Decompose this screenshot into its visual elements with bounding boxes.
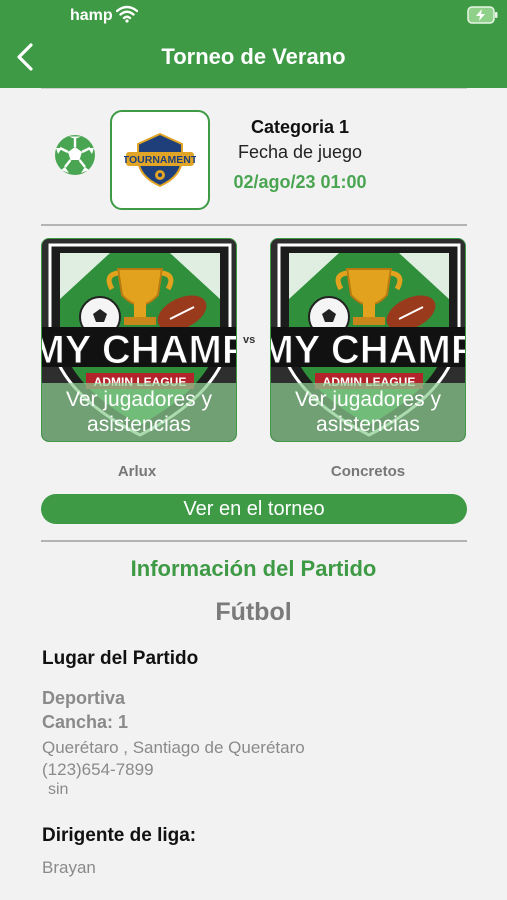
team-logo-title: MY CHAMP — [42, 328, 237, 372]
divider — [41, 540, 467, 542]
venue-name: Deportiva — [42, 688, 126, 708]
venue-field: Cancha: 1 — [42, 712, 129, 732]
tournament-logo-text: TOURNAMENT — [124, 154, 196, 166]
sport-name: Fútbol — [215, 598, 292, 626]
divider — [41, 224, 467, 226]
team-name-away: Concretos — [330, 463, 406, 480]
view-players-overlay[interactable]: Ver jugadores y asistencias — [271, 383, 465, 441]
league-manager-name: Brayan — [42, 858, 96, 877]
view-tournament-button[interactable]: Ver en el torneo — [41, 494, 467, 524]
divider — [41, 88, 467, 89]
team-card-home[interactable]: MY CHAMP ADMIN LEAGUE Ver jugadores y as… — [41, 238, 237, 442]
wifi-icon — [115, 5, 139, 28]
view-players-overlay[interactable]: Ver jugadores y asistencias — [42, 383, 236, 441]
team-logo-title: MY CHAMP — [271, 328, 466, 372]
nav-header: hamp Torneo de Verano — [0, 0, 507, 88]
league-manager-label: Dirigente de liga: — [42, 825, 197, 846]
venue-label: Lugar del Partido — [42, 648, 199, 669]
match-date-value: 02/ago/23 01:00 — [233, 172, 367, 192]
venue-phone: (123)654-7899 — [42, 760, 154, 779]
tournament-logo: TOURNAMENT — [110, 110, 210, 210]
page-title: Torneo de Verano — [161, 44, 346, 69]
status-time: hamp — [70, 7, 113, 24]
venue-address: Querétaro , Santiago de Querétaro — [42, 738, 305, 757]
vs-label: vs — [243, 334, 256, 346]
match-category: Categoria 1 — [250, 117, 350, 137]
team-card-away[interactable]: MY CHAMP ADMIN LEAGUE Ver jugadores y as… — [270, 238, 466, 442]
venue-extra: sin — [48, 781, 69, 798]
match-date-label: Fecha de juego — [237, 142, 363, 162]
section-title: Información del Partido — [130, 556, 377, 581]
battery-charging-icon — [467, 6, 499, 29]
team-name-home: Arlux — [117, 463, 157, 480]
soccer-ball-icon — [54, 134, 96, 181]
